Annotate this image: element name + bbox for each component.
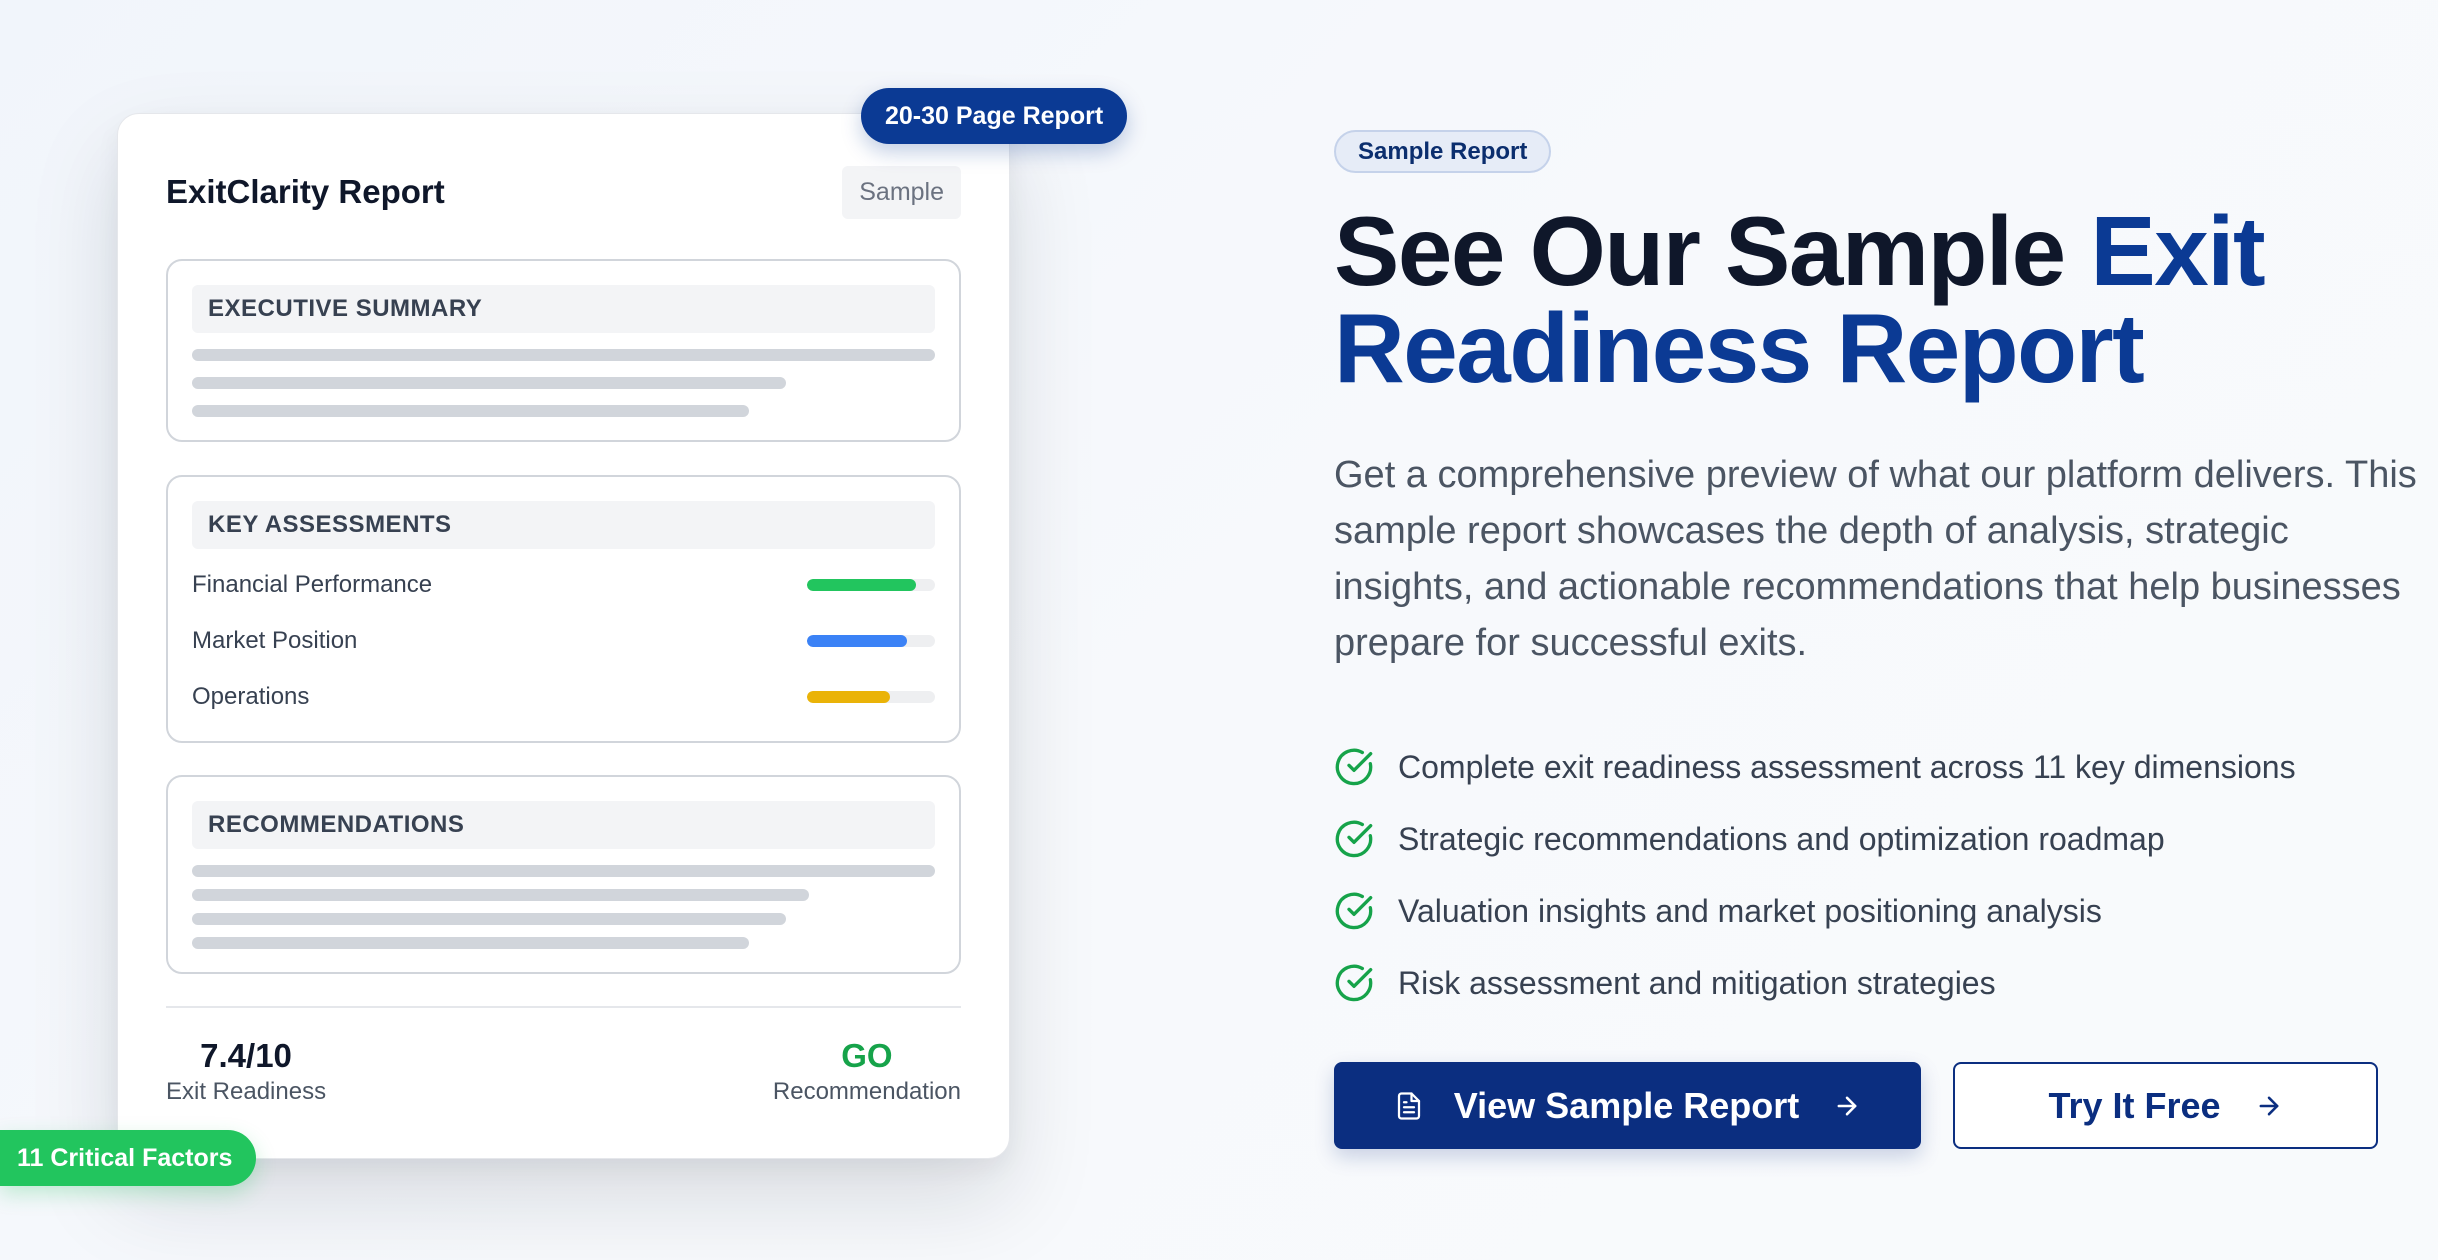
progress-bar <box>807 579 935 591</box>
headline-main: See Our Sample <box>1334 196 2091 306</box>
report-preview-card: ExitClarity Report Sample EXECUTIVE SUMM… <box>117 113 1010 1159</box>
placeholder-line <box>192 937 750 949</box>
document-icon <box>1397 1091 1420 1120</box>
feature-text: Complete exit readiness assessment acros… <box>1398 748 2296 785</box>
progress-fill <box>807 635 907 647</box>
recommendation-stat: GO Recommendation <box>773 1034 961 1106</box>
feature-item: Risk assessment and mitigation strategie… <box>1334 947 2296 1019</box>
lead-paragraph: Get a comprehensive preview of what our … <box>1334 454 2417 664</box>
score-label: Exit Readiness <box>166 1078 327 1105</box>
placeholder-line <box>192 405 750 417</box>
section-heading: RECOMMENDATIONS <box>192 801 935 849</box>
feature-text: Valuation insights and market positionin… <box>1398 892 2102 929</box>
progress-fill <box>807 579 916 591</box>
check-circle-icon <box>1335 892 1373 930</box>
progress-fill <box>807 691 891 703</box>
progress-bar <box>807 635 935 647</box>
page-title: See Our Sample Exit Readiness Report <box>1334 202 2394 397</box>
feature-list: Complete exit readiness assessment acros… <box>1334 731 2296 1019</box>
card-header: ExitClarity Report Sample <box>166 162 961 222</box>
assessment-row: Operations <box>192 669 935 725</box>
arrow-right-icon <box>1837 1096 1857 1115</box>
critical-factors-badge: 11 Critical Factors <box>0 1130 257 1186</box>
placeholder-line <box>192 913 787 925</box>
feature-item: Strategic recommendations and optimizati… <box>1334 803 2296 875</box>
page-count-badge: 20-30 Page Report <box>861 88 1128 144</box>
recommendation-value: GO <box>841 1037 893 1074</box>
assessment-list: Financial Performance Market Position Op… <box>192 557 935 725</box>
check-circle-icon <box>1335 964 1373 1002</box>
feature-item: Valuation insights and market positionin… <box>1334 875 2296 947</box>
section-heading: EXECUTIVE SUMMARY <box>192 285 935 333</box>
card-divider <box>166 1006 961 1008</box>
placeholder-line <box>192 865 935 877</box>
check-circle-icon <box>1335 748 1373 786</box>
score-value: 7.4/10 <box>200 1037 292 1074</box>
try-it-free-button[interactable]: Try It Free <box>1953 1062 2378 1149</box>
sample-tag: Sample <box>842 165 961 219</box>
assessment-row: Financial Performance <box>192 557 935 613</box>
recommendation-label: Recommendation <box>772 1078 961 1105</box>
view-sample-report-button[interactable]: View Sample Report <box>1334 1062 1921 1149</box>
assessment-label: Operations <box>192 683 310 710</box>
assessment-label: Financial Performance <box>192 571 433 598</box>
button-label: View Sample Report <box>1453 1084 1800 1126</box>
placeholder-line <box>192 377 787 389</box>
arrow-right-icon <box>2259 1096 2278 1115</box>
placeholder-line <box>192 349 935 361</box>
key-assessments-section: KEY ASSESSMENTS Financial Performance Ma… <box>166 475 961 743</box>
check-circle-icon <box>1335 820 1373 858</box>
card-title: ExitClarity Report <box>166 173 445 210</box>
section-heading: KEY ASSESSMENTS <box>192 501 935 549</box>
executive-summary-section: EXECUTIVE SUMMARY <box>166 259 961 442</box>
exit-readiness-stat: 7.4/10 Exit Readiness <box>166 1034 326 1106</box>
feature-text: Strategic recommendations and optimizati… <box>1398 820 2165 857</box>
assessment-label: Market Position <box>192 627 358 654</box>
feature-text: Risk assessment and mitigation strategie… <box>1398 964 1996 1001</box>
placeholder-line <box>192 889 809 901</box>
progress-bar <box>807 691 935 703</box>
section-pill: Sample Report <box>1334 130 1552 173</box>
feature-item: Complete exit readiness assessment acros… <box>1334 731 2296 803</box>
assessment-row: Market Position <box>192 613 935 669</box>
recommendations-section: RECOMMENDATIONS <box>166 775 961 974</box>
button-label: Try It Free <box>2048 1084 2221 1126</box>
